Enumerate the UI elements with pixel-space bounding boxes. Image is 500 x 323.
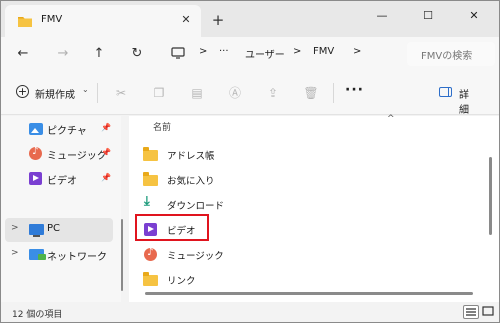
- pictures-icon: [29, 122, 43, 136]
- share-icon[interactable]: ⇪: [263, 83, 283, 103]
- folder-icon: [143, 172, 158, 186]
- address-bar[interactable]: > ··· ユーザー > FMV >: [165, 42, 393, 66]
- breadcrumb-fmv[interactable]: FMV: [313, 46, 334, 57]
- navigation-bar: ← → ↑ ↻ > ··· ユーザー > FMV > FMVの検索: [1, 37, 499, 71]
- tab-title: FMV: [41, 14, 63, 25]
- delete-icon[interactable]: 🗑: [301, 83, 321, 103]
- sidebar-item-label: ビデオ: [47, 176, 77, 187]
- sidebar-item-pictures[interactable]: ピクチャ 📌: [5, 117, 113, 141]
- chevron-down-icon: ⌄: [82, 85, 89, 94]
- item-label: ミュージック: [167, 251, 224, 262]
- search-placeholder: FMVの検索: [421, 51, 473, 62]
- download-icon: ⤓: [144, 194, 150, 209]
- sidebar-item-label: ミュージック: [47, 151, 107, 162]
- plus-icon: +: [16, 85, 29, 98]
- music-icon: [29, 146, 43, 161]
- list-item[interactable]: ⤓ ダウンロード: [137, 193, 437, 215]
- pin-icon: 📌: [101, 173, 111, 182]
- highlight-box: [135, 214, 209, 241]
- pane-splitter[interactable]: [121, 219, 123, 291]
- pin-icon: 📌: [101, 148, 111, 157]
- vertical-scrollbar[interactable]: [489, 157, 492, 235]
- column-header-name[interactable]: 名前: [153, 120, 171, 133]
- rename-icon[interactable]: Ⓐ: [225, 83, 245, 103]
- sidebar-item-videos[interactable]: ビデオ 📌: [5, 167, 113, 191]
- list-item[interactable]: リンク: [137, 268, 437, 290]
- tab-strip: FMV ✕ + — ☐ ✕: [1, 1, 499, 37]
- navigation-pane: ピクチャ 📌 ミュージック 📌 ビデオ 📌 > PC > ネットワーク: [1, 116, 121, 302]
- back-button[interactable]: ←: [11, 42, 35, 66]
- copy-icon[interactable]: ❐: [149, 83, 169, 103]
- divider: [97, 83, 98, 103]
- folder-icon: [143, 272, 158, 286]
- item-label: ダウンロード: [167, 201, 225, 212]
- breadcrumb-separator: >: [353, 46, 362, 57]
- breadcrumb-separator: >: [199, 46, 208, 57]
- new-button-label: 新規作成: [35, 90, 75, 101]
- pc-icon: [29, 223, 44, 237]
- details-view-icon[interactable]: [463, 305, 479, 319]
- minimize-button[interactable]: —: [359, 1, 405, 31]
- breadcrumb-separator: >: [293, 46, 302, 57]
- sidebar-item-label: PC: [47, 223, 61, 234]
- sort-indicator-icon: ^: [387, 114, 395, 124]
- breadcrumb-users[interactable]: ユーザー: [245, 46, 285, 61]
- list-item[interactable]: お気に入り: [137, 168, 437, 190]
- network-icon: [29, 248, 46, 262]
- folder-icon: [143, 147, 158, 161]
- explorer-window: FMV ✕ + — ☐ ✕ ← → ↑ ↻ > ··· ユーザー > FMV >…: [0, 0, 500, 323]
- up-button[interactable]: ↑: [87, 42, 111, 66]
- search-input[interactable]: FMVの検索: [407, 42, 495, 66]
- new-tab-button[interactable]: +: [209, 11, 227, 29]
- refresh-button[interactable]: ↻: [125, 42, 149, 66]
- pin-icon: 📌: [101, 123, 111, 132]
- status-bar: 12 個の項目: [1, 302, 499, 322]
- close-window-button[interactable]: ✕: [451, 1, 497, 31]
- sidebar-item-label: ネットワーク: [47, 252, 107, 263]
- item-label: お気に入り: [167, 176, 215, 187]
- divider: [333, 83, 334, 103]
- music-icon: [143, 247, 158, 261]
- folder-icon: [17, 15, 33, 31]
- list-item[interactable]: ミュージック: [137, 243, 437, 265]
- tab-fmv[interactable]: FMV ✕: [5, 5, 201, 37]
- sidebar-item-label: ピクチャ: [47, 126, 87, 137]
- thumbnail-view-icon[interactable]: [481, 305, 497, 319]
- details-pane-icon: [439, 87, 452, 97]
- chevron-right-icon[interactable]: >: [11, 248, 19, 258]
- more-options-button[interactable]: ···: [345, 82, 364, 98]
- item-label: リンク: [167, 276, 196, 287]
- item-label: アドレス帳: [167, 151, 215, 162]
- sidebar-item-music[interactable]: ミュージック 📌: [5, 142, 113, 166]
- maximize-button[interactable]: ☐: [405, 1, 451, 31]
- sidebar-item-pc[interactable]: > PC: [5, 218, 113, 242]
- forward-button[interactable]: →: [51, 42, 75, 66]
- paste-icon[interactable]: ▤: [187, 83, 207, 103]
- cut-icon[interactable]: ✂: [111, 83, 131, 103]
- file-list: ^ 名前 アドレス帳 お気に入り ⤓ ダウンロード ビデオ ミュージック リンク: [129, 114, 499, 302]
- item-count: 12 個の項目: [12, 310, 63, 320]
- chevron-right-icon[interactable]: >: [11, 223, 19, 233]
- sidebar-item-network[interactable]: > ネットワーク: [5, 243, 113, 267]
- videos-icon: [29, 172, 43, 186]
- monitor-icon: [171, 47, 185, 62]
- close-tab-icon[interactable]: ✕: [178, 12, 194, 28]
- command-bar: + 新規作成 ⌄ ✂ ❐ ▤ Ⓐ ⇪ 🗑 ··· 詳細: [1, 71, 499, 116]
- details-label: 詳細: [459, 90, 469, 116]
- breadcrumb-overflow[interactable]: ···: [219, 46, 229, 57]
- list-item[interactable]: アドレス帳: [137, 143, 437, 165]
- horizontal-scrollbar[interactable]: [145, 292, 473, 295]
